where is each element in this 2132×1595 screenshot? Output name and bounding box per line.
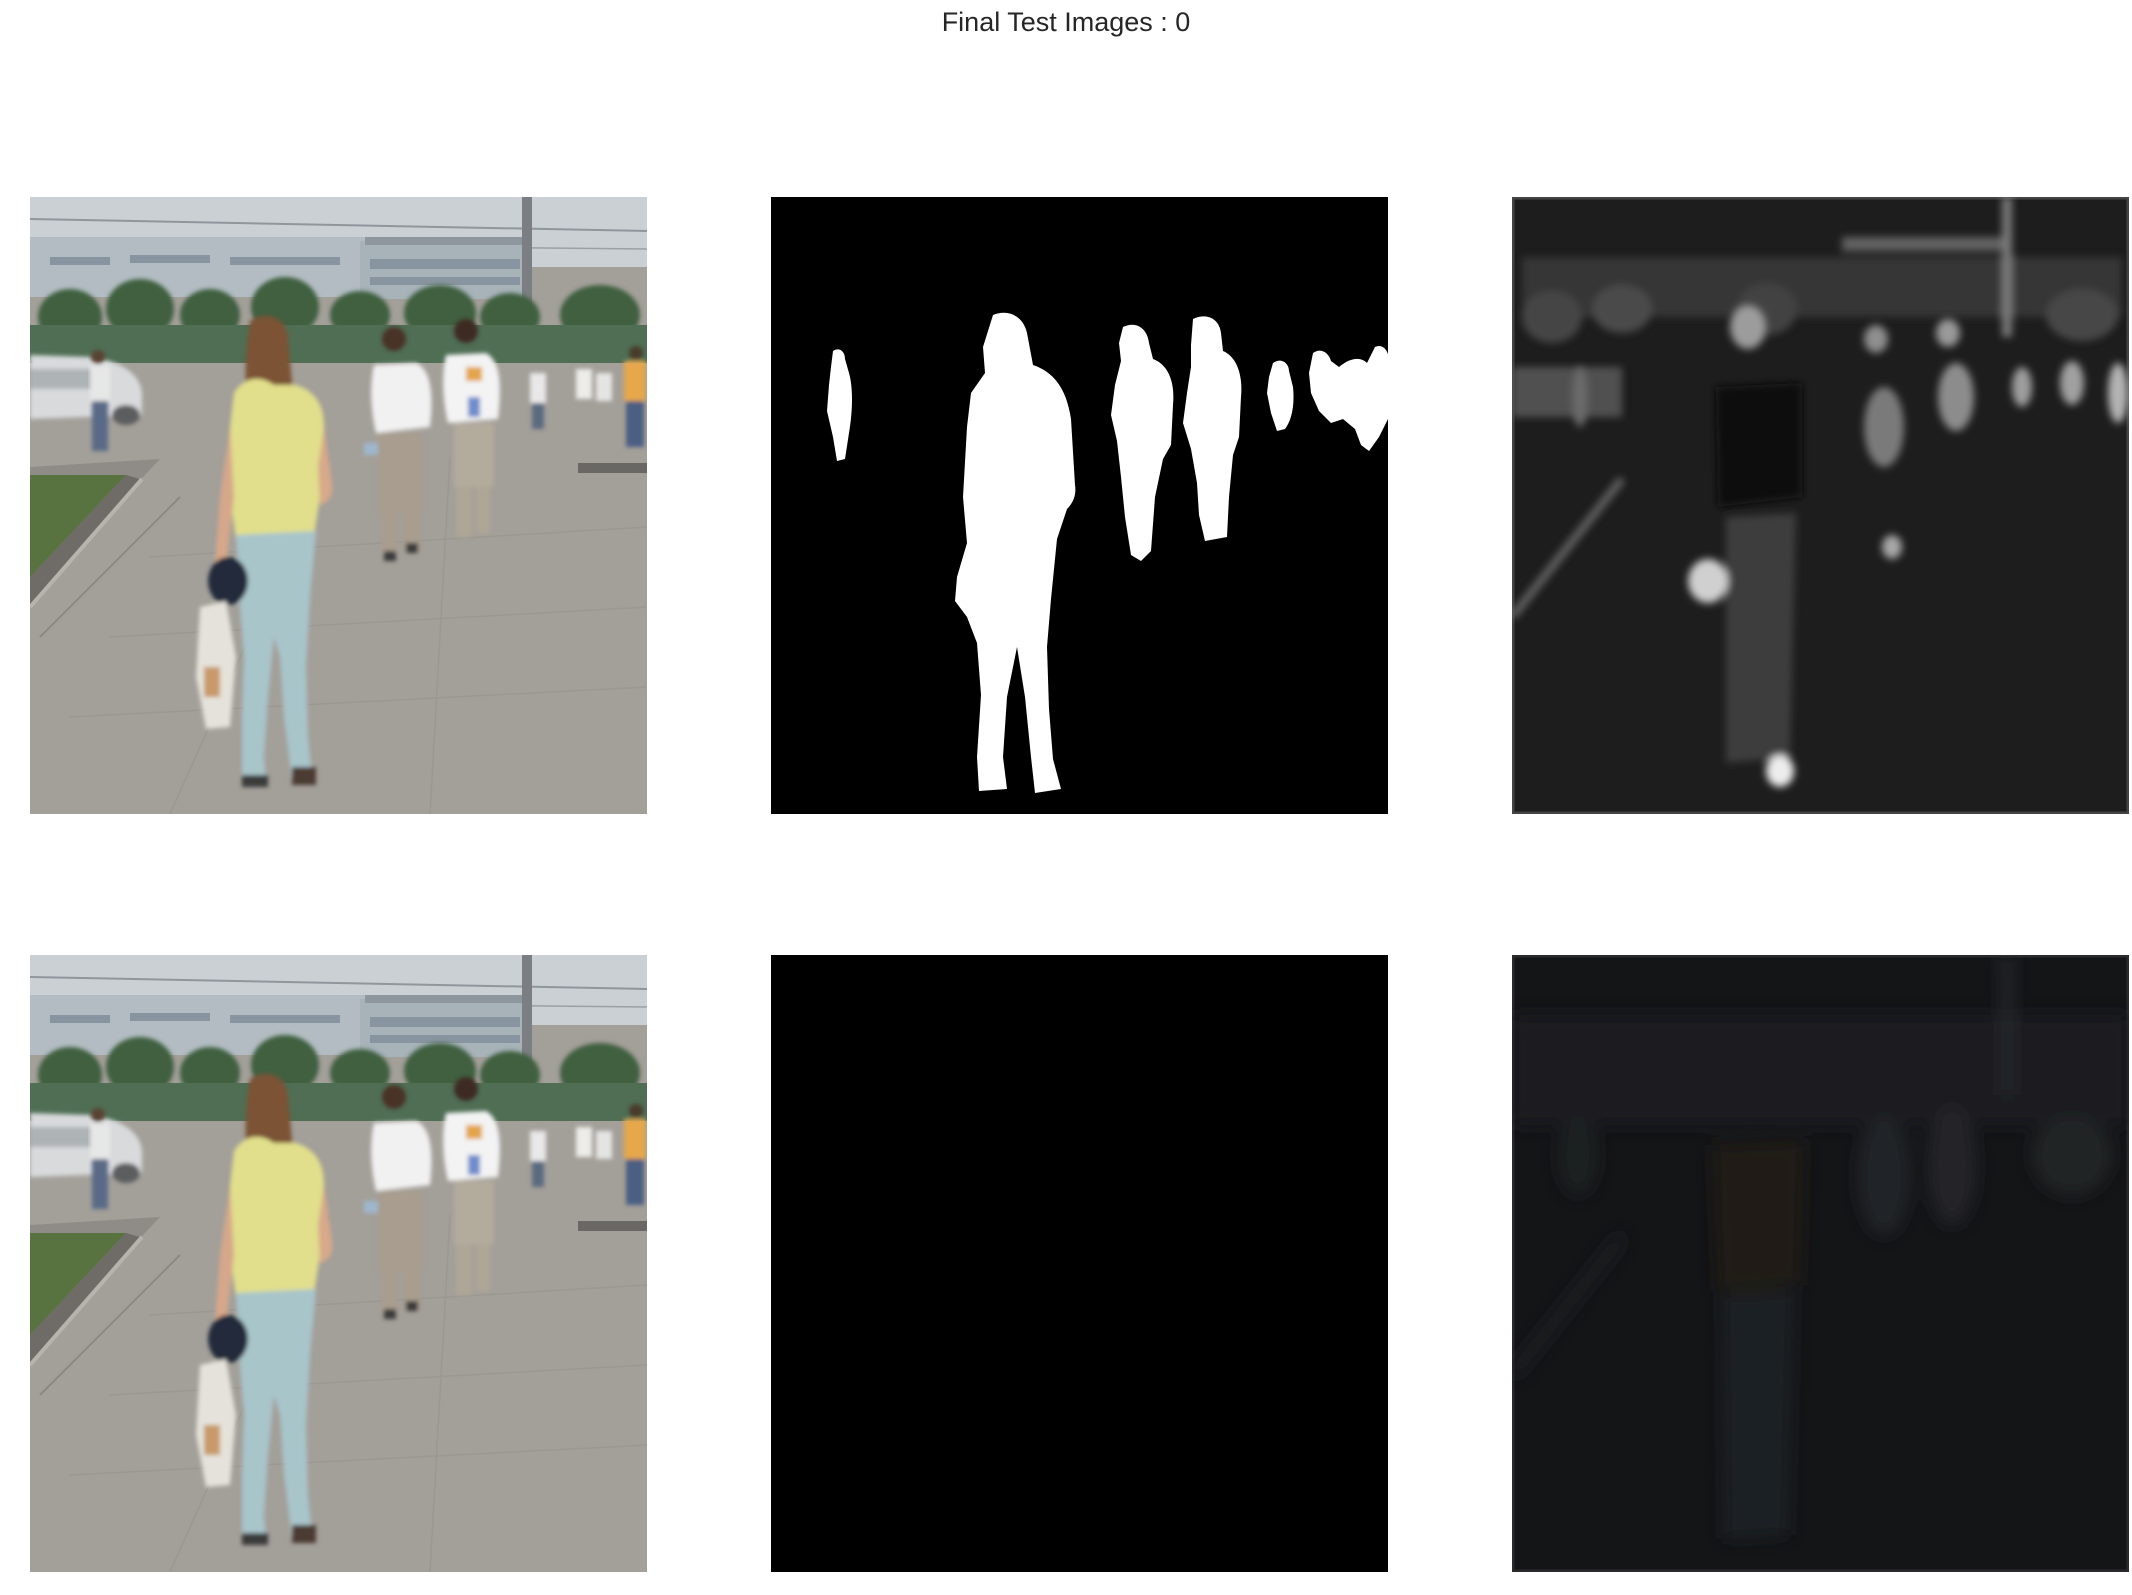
feature-map-image (1512, 197, 2129, 814)
masked-photo (771, 955, 1388, 1572)
figure-title: Final Test Images : 0 (941, 7, 1191, 37)
street-photo (30, 197, 647, 814)
residual (1512, 955, 2129, 1572)
mask (771, 197, 1388, 814)
street-photo (30, 955, 647, 1572)
masked-photo-image (771, 955, 1388, 1572)
feature-map (1512, 197, 2129, 814)
input-image-bottom (30, 955, 647, 1572)
residual-image (1512, 955, 2129, 1572)
input-image-top (30, 197, 647, 814)
binary-mask-image (771, 197, 1388, 814)
